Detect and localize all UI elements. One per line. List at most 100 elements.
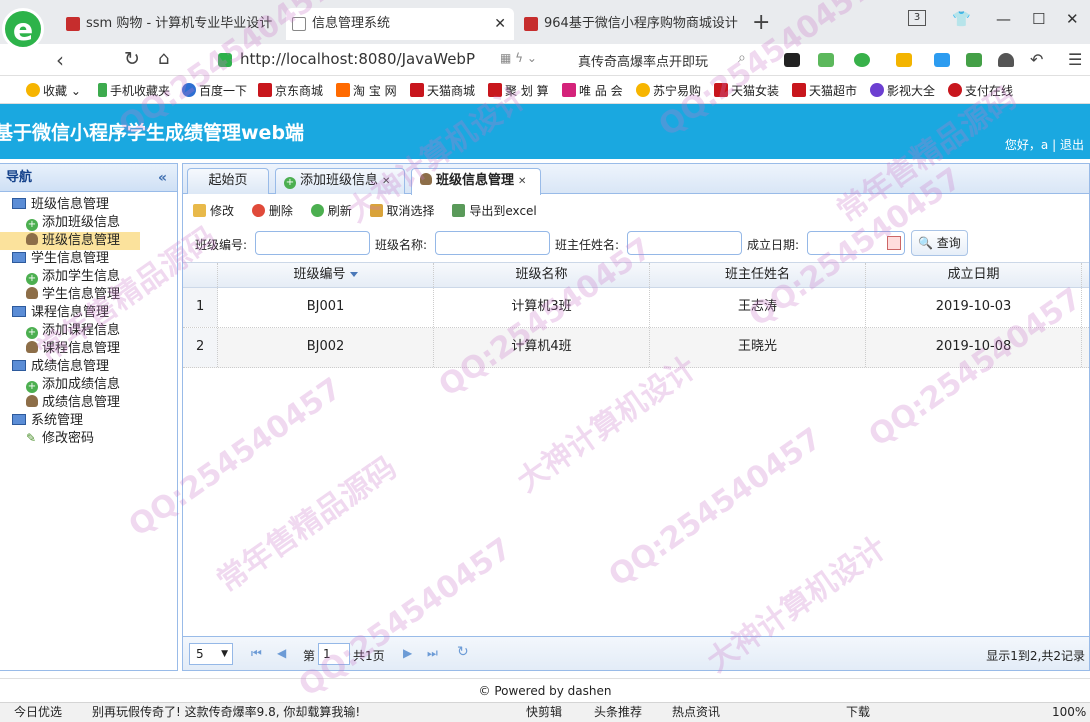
user-icon (26, 395, 38, 407)
bookmark-item[interactable]: 收藏 ⌄ (26, 82, 81, 99)
close-tab-icon[interactable]: ✕ (494, 8, 506, 40)
new-tab-icon[interactable]: + (752, 10, 770, 35)
reload-icon[interactable]: ↻ (124, 48, 140, 70)
column-header-class-no[interactable]: 班级编号 (218, 263, 434, 287)
undo-icon[interactable]: ↶ (1030, 50, 1043, 69)
footer: © Powered by dashen (0, 678, 1090, 702)
date-input[interactable] (807, 231, 905, 255)
first-page-icon[interactable]: ⏮ (251, 646, 262, 661)
bookmark-item[interactable]: 百度一下 (182, 82, 247, 99)
tree-item-score-manage[interactable]: 成绩信息管理 (0, 394, 177, 412)
bookmark-item[interactable]: 手机收藏夹 (98, 82, 170, 99)
content-tabs: 起始页 + 添加班级信息 ✕ 班级信息管理 ✕ (183, 164, 1089, 195)
tree-group-system[interactable]: 系统管理 (0, 412, 177, 430)
status-item[interactable]: 下载 (846, 703, 870, 722)
page-size-select[interactable]: 5 ▼ (189, 643, 233, 665)
translate-icon[interactable] (854, 53, 870, 67)
class-no-input[interactable] (255, 231, 370, 255)
jd-icon (258, 83, 272, 97)
extension-icon[interactable] (784, 53, 800, 67)
tab-add-class[interactable]: + 添加班级信息 ✕ (275, 168, 405, 194)
menu-icon[interactable]: ☰ (1068, 50, 1082, 69)
tab-class-manage[interactable]: 班级信息管理 ✕ (411, 168, 541, 195)
tree-item-change-password[interactable]: ✎ 修改密码 (0, 430, 177, 448)
close-tab-icon[interactable]: ✕ (518, 176, 526, 187)
edit-button[interactable]: 修改 (193, 200, 234, 222)
delete-button[interactable]: 删除 (251, 200, 293, 222)
bookmark-item[interactable]: 支付在线 (948, 82, 1013, 99)
minimize-icon[interactable]: — (996, 10, 1011, 28)
teacher-input[interactable] (627, 231, 742, 255)
table-row[interactable]: 2 BJ002 计算机4班 王晓光 2019-10-08 (183, 328, 1089, 368)
close-window-icon[interactable]: ✕ (1066, 10, 1079, 28)
bookmark-item[interactable]: 天猫超市 (792, 82, 857, 99)
tree-item-student-manage[interactable]: 学生信息管理 (0, 286, 177, 304)
maximize-icon[interactable]: ☐ (1032, 10, 1045, 28)
column-header-class-name[interactable]: 班级名称 (434, 263, 650, 287)
today-picks[interactable]: 今日优选 (14, 703, 62, 722)
bookmark-item[interactable]: 唯 品 会 (562, 82, 623, 99)
tree-group-course[interactable]: 课程信息管理 (0, 304, 177, 322)
tree-item-add-student[interactable]: + 添加学生信息 (0, 268, 177, 286)
table-row[interactable]: 1 BJ001 计算机3班 王志涛 2019-10-03 (183, 288, 1089, 328)
headphone-icon[interactable] (998, 53, 1014, 67)
computer-icon (12, 414, 26, 425)
scissors-icon[interactable] (818, 53, 834, 67)
logout-link[interactable]: 退出 (1060, 138, 1084, 152)
deselect-button[interactable]: 取消选择 (369, 200, 435, 222)
home-icon[interactable]: ⌂ (158, 48, 169, 69)
tmall-icon (792, 83, 806, 97)
status-item[interactable]: 热点资讯 (672, 703, 720, 722)
tree-item-add-course[interactable]: + 添加课程信息 (0, 322, 177, 340)
class-name-input[interactable] (435, 231, 550, 255)
search-icon[interactable]: ⌕ (738, 50, 746, 66)
bookmark-item[interactable]: 天猫商城 (410, 82, 475, 99)
bookmark-item[interactable]: 苏宁易购 (636, 82, 701, 99)
tree-item-add-score[interactable]: + 添加成绩信息 (0, 376, 177, 394)
collapse-icon[interactable]: « (158, 164, 167, 192)
tree-group-class[interactable]: 班级信息管理 (0, 196, 177, 214)
refresh-button[interactable]: 刷新 (310, 200, 352, 222)
tree-group-student[interactable]: 学生信息管理 (0, 250, 177, 268)
calendar-icon[interactable] (887, 236, 901, 250)
tree-group-score[interactable]: 成绩信息管理 (0, 358, 177, 376)
back-icon[interactable]: ‹ (56, 48, 64, 72)
news-ticker[interactable]: 别再玩假传奇了! 这款传奇爆率9.8, 你却载算我输! (92, 703, 360, 722)
column-header-date[interactable]: 成立日期 (866, 263, 1082, 287)
query-button[interactable]: 🔍 查询 (911, 230, 968, 256)
page-number-input[interactable]: 1 (318, 643, 350, 665)
status-item[interactable]: 头条推荐 (594, 703, 642, 722)
prev-page-icon[interactable]: ◀ (277, 646, 286, 660)
bookmark-item[interactable]: 京东商城 (258, 82, 323, 99)
tree-item-class-manage[interactable]: 班级信息管理 (0, 232, 140, 250)
bookmark-item[interactable]: 天猫女装 (714, 82, 779, 99)
next-page-icon[interactable]: ▶ (403, 646, 412, 660)
battery-icon[interactable] (966, 53, 982, 67)
bookmark-item[interactable]: 影视大全 (870, 82, 935, 99)
lightning-icon[interactable]: ▦ ϟ ⌄ (500, 51, 537, 65)
column-header-teacher[interactable]: 班主任姓名 (650, 263, 866, 287)
export-excel-button[interactable]: 导出到excel (452, 200, 537, 222)
browser-tab[interactable]: ssm 购物 - 计算机专业毕业设计 (60, 8, 282, 40)
browser-tab-active[interactable]: 信息管理系统 ✕ (286, 8, 514, 40)
status-item[interactable]: 快剪辑 (526, 703, 562, 722)
zoom-level[interactable]: 100% (1052, 703, 1086, 722)
close-tab-icon[interactable]: ✕ (382, 176, 390, 187)
hot-search-text[interactable]: 真传奇高爆率点开即玩 (578, 51, 708, 70)
tree-item-course-manage[interactable]: 课程信息管理 (0, 340, 177, 358)
tree-item-add-class[interactable]: + 添加班级信息 (0, 214, 177, 232)
cell-teacher: 王志涛 (650, 288, 866, 327)
computer-icon (12, 198, 26, 209)
coupon-icon[interactable] (896, 53, 912, 67)
reload-icon[interactable]: ↻ (457, 644, 469, 660)
address-bar: ‹ ↻ ⌂ http://localhost:8080/JavaWebProje… (0, 44, 1090, 76)
apps-icon[interactable] (934, 53, 950, 67)
browser-tab[interactable]: 964基于微信小程序购物商城设计 (518, 8, 740, 40)
tab-home[interactable]: 起始页 (187, 168, 269, 194)
bookmark-item[interactable]: 聚 划 算 (488, 82, 549, 99)
shirt-icon[interactable]: 👕 (952, 10, 971, 28)
url-field[interactable]: http://localhost:8080/JavaWebProje ▦ ϟ ⌄… (210, 48, 760, 72)
tab-count-badge[interactable]: 3 (908, 10, 926, 26)
bookmark-item[interactable]: 淘 宝 网 (336, 82, 397, 99)
last-page-icon[interactable]: ⏭ (427, 646, 438, 661)
